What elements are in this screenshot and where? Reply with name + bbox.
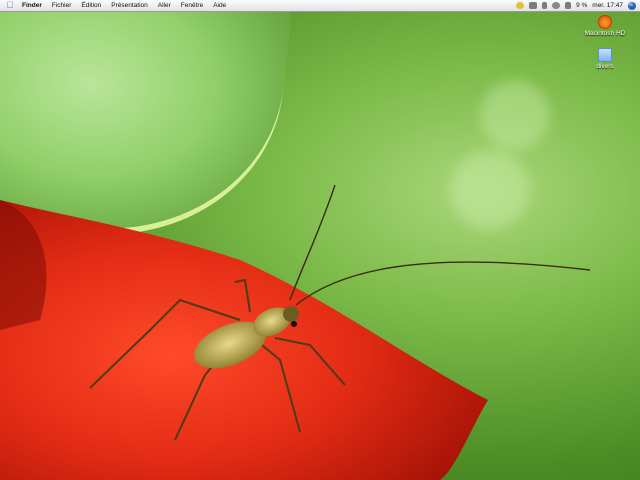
desktop-icon-label: divers	[596, 63, 614, 70]
apple-logo-icon[interactable]: 	[3, 0, 17, 11]
menu-edition[interactable]: Édition	[76, 0, 106, 11]
desktop-icon-divers[interactable]: divers	[575, 48, 635, 70]
phone-icon[interactable]	[542, 2, 548, 9]
menu-aide[interactable]: Aide	[208, 0, 231, 11]
menu-clock[interactable]: mer. 17:47	[592, 2, 623, 9]
menu-fichier[interactable]: Fichier	[47, 0, 77, 11]
script-icon[interactable]	[516, 2, 525, 9]
wifi-icon[interactable]	[552, 2, 561, 9]
desktop-icon-macintosh-hd[interactable]: Macintosh HD	[575, 15, 635, 37]
folder-icon	[598, 48, 612, 62]
hard-drive-icon	[598, 15, 612, 29]
volume-icon[interactable]	[565, 2, 572, 9]
red-petal-and-insect	[0, 184, 591, 480]
display-icon[interactable]	[529, 2, 538, 9]
desktop-wallpaper	[0, 0, 640, 480]
battery-status[interactable]: 9 %	[576, 2, 587, 9]
desktop-icon-label: Macintosh HD	[584, 30, 626, 37]
menu-extras: 9 % mer. 17:47 🔍	[516, 1, 640, 10]
menu-bar:  Finder Fichier Édition Présentation Al…	[0, 0, 640, 12]
menu-finder[interactable]: Finder	[17, 0, 47, 11]
menu-fenetre[interactable]: Fenêtre	[176, 0, 208, 11]
menu-aller[interactable]: Aller	[153, 0, 176, 11]
spotlight-icon[interactable]: 🔍	[628, 1, 636, 10]
menu-presentation[interactable]: Présentation	[106, 0, 153, 11]
